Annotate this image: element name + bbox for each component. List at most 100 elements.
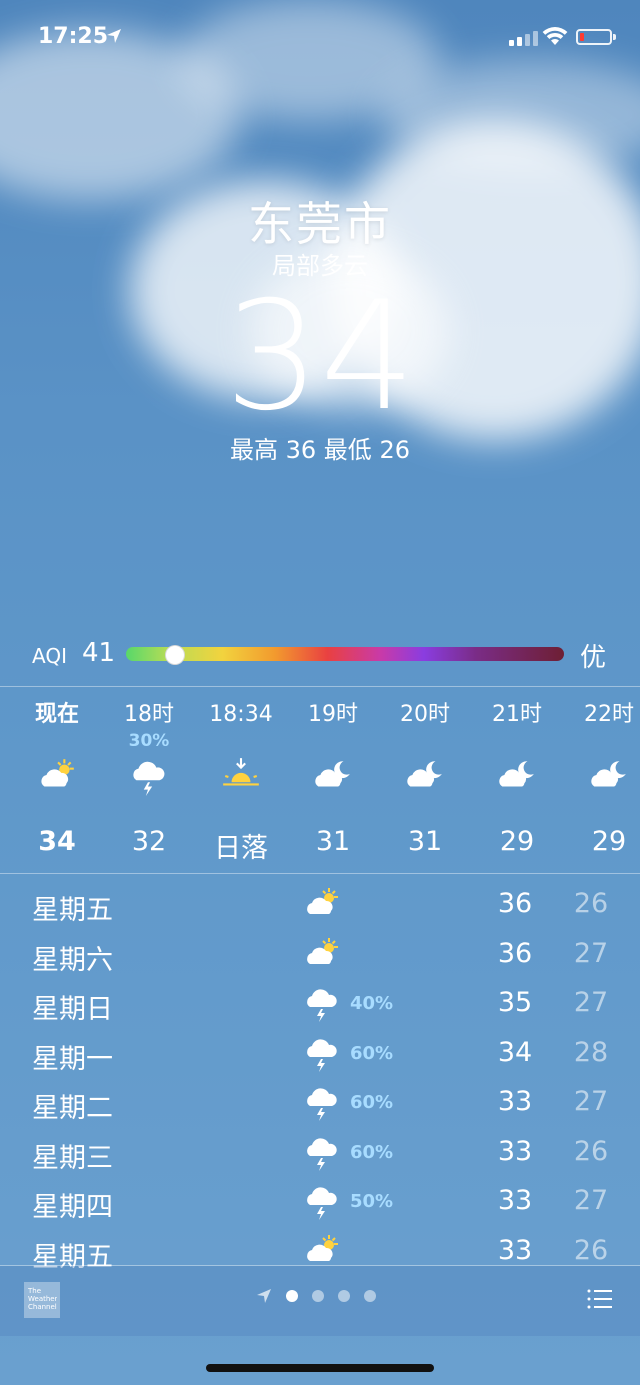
daily-high: 36 xyxy=(497,937,533,969)
hourly-time: 20时 xyxy=(400,702,450,727)
hourly-temp: 32 xyxy=(131,826,167,857)
aqi-row[interactable]: AQI 41 优 xyxy=(0,636,640,676)
hourly-item: 18时 30% 32 xyxy=(103,700,195,857)
thunder-rain-icon xyxy=(133,761,165,796)
hourly-item: 20时 31 xyxy=(379,700,471,857)
bottom-toolbar: The Weather Channel xyxy=(0,1266,640,1336)
thunder-rain-icon xyxy=(307,1088,337,1121)
hourly-forecast[interactable]: 现在 34 18时 30% 32 18:34 日落 19时 31 20时 31 21时 29 22时 29 xyxy=(0,700,640,870)
daily-row: 星期一 60% 34 28 xyxy=(0,1031,640,1079)
city-list-icon[interactable] xyxy=(586,1288,612,1310)
hourly-precip-chance xyxy=(471,730,563,752)
daily-row: 星期三 60% 33 26 xyxy=(0,1130,640,1178)
daily-icon xyxy=(300,981,344,1025)
cloudy-night-icon xyxy=(591,761,626,787)
hourly-temp: 34 xyxy=(38,826,76,857)
daily-low: 26 xyxy=(573,1135,609,1167)
hourly-icon xyxy=(563,752,640,800)
battery-low-icon xyxy=(576,29,616,45)
weather-channel-logo[interactable]: The Weather Channel xyxy=(24,1282,60,1318)
hourly-icon xyxy=(195,752,287,800)
daily-row: 星期日 40% 35 27 xyxy=(0,981,640,1029)
location-arrow-icon xyxy=(107,29,121,43)
daily-day: 星期二 xyxy=(32,1093,113,1124)
high-low-temperature: 最高 36 最低 26 xyxy=(230,436,410,464)
weather-channel-logo-icon: The Weather Channel xyxy=(27,1287,58,1311)
daily-high: 36 xyxy=(497,888,533,919)
divider xyxy=(0,873,640,874)
hourly-icon xyxy=(471,752,563,800)
page-dot[interactable] xyxy=(312,1290,324,1302)
page-indicator[interactable] xyxy=(256,1288,376,1304)
hourly-time: 22时 xyxy=(584,702,634,727)
daily-low: 27 xyxy=(573,937,609,969)
thunder-rain-icon xyxy=(307,989,337,1022)
daily-day: 星期五 xyxy=(32,895,113,926)
hourly-temp: 日落 xyxy=(214,833,268,864)
daily-high: 35 xyxy=(497,987,533,1018)
daily-high: 33 xyxy=(497,1135,533,1167)
aqi-scale-bar xyxy=(126,645,564,665)
hourly-temp: 31 xyxy=(407,826,443,857)
status-bar: 17:25 xyxy=(0,24,640,54)
cloudy-night-icon xyxy=(315,761,350,787)
hourly-temp: 29 xyxy=(499,826,535,857)
hourly-temp: 31 xyxy=(315,826,351,857)
page-dot[interactable] xyxy=(286,1290,298,1302)
daily-icon xyxy=(300,1179,344,1223)
svg-text:The: The xyxy=(27,1287,41,1295)
daily-day: 星期三 xyxy=(32,1142,113,1174)
partly-sunny-icon xyxy=(307,937,338,964)
hourly-icon xyxy=(287,752,379,800)
aqi-label: AQI xyxy=(32,644,67,668)
hourly-precip-chance xyxy=(563,730,640,752)
partly-sunny-icon xyxy=(41,759,74,787)
hourly-item: 现在 34 xyxy=(11,700,103,857)
sunset-icon xyxy=(223,758,259,786)
daily-low: 27 xyxy=(573,1086,609,1117)
aqi-indicator-knob xyxy=(165,645,186,665)
hourly-precip-chance xyxy=(11,730,103,752)
city-name: 东莞市 xyxy=(248,197,392,251)
daily-low: 26 xyxy=(573,1234,609,1266)
hourly-item: 22时 29 xyxy=(563,700,640,857)
daily-day: 星期日 xyxy=(32,994,113,1025)
hourly-icon xyxy=(379,752,471,800)
home-indicator[interactable] xyxy=(206,1364,434,1372)
daily-day: 星期一 xyxy=(32,1043,113,1075)
hourly-time: 21时 xyxy=(492,702,542,727)
hourly-icon xyxy=(11,752,103,800)
hourly-time: 19时 xyxy=(308,702,358,727)
hourly-item: 18:34 日落 xyxy=(195,700,287,865)
cellular-signal-icon xyxy=(509,30,538,46)
hourly-time: 现在 xyxy=(34,702,79,727)
thunder-rain-icon xyxy=(307,1137,337,1171)
location-page-icon[interactable] xyxy=(256,1288,272,1304)
hourly-item: 19时 31 xyxy=(287,700,379,857)
daily-row: 星期四 50% 33 27 xyxy=(0,1179,640,1227)
status-time: 17:25 xyxy=(38,24,109,49)
daily-low: 27 xyxy=(573,1185,609,1216)
daily-precip-chance: 60% xyxy=(350,1092,394,1113)
daily-precip-chance: 60% xyxy=(350,1141,394,1163)
partly-sunny-icon xyxy=(307,888,338,914)
daily-day: 星期六 xyxy=(32,944,113,976)
daily-row: 星期五 36 26 xyxy=(0,882,640,930)
daily-high: 33 xyxy=(497,1185,533,1216)
hourly-precip-chance xyxy=(195,730,287,752)
daily-icon xyxy=(300,1130,344,1174)
cloudy-night-icon xyxy=(499,761,534,787)
page-dot[interactable] xyxy=(364,1290,376,1302)
page-dot[interactable] xyxy=(338,1290,350,1302)
daily-high: 33 xyxy=(497,1234,533,1266)
thunder-rain-icon xyxy=(307,1038,337,1072)
current-temperature: 34 xyxy=(224,270,416,444)
daily-icon xyxy=(300,882,344,926)
daily-row: 星期二 60% 33 27 xyxy=(0,1080,640,1128)
hourly-precip-chance xyxy=(287,730,379,752)
daily-day: 星期四 xyxy=(32,1192,113,1223)
hourly-time: 18:34 xyxy=(209,702,273,727)
svg-text:Weather: Weather xyxy=(28,1295,57,1303)
divider xyxy=(0,686,640,687)
daily-high: 34 xyxy=(497,1036,533,1068)
